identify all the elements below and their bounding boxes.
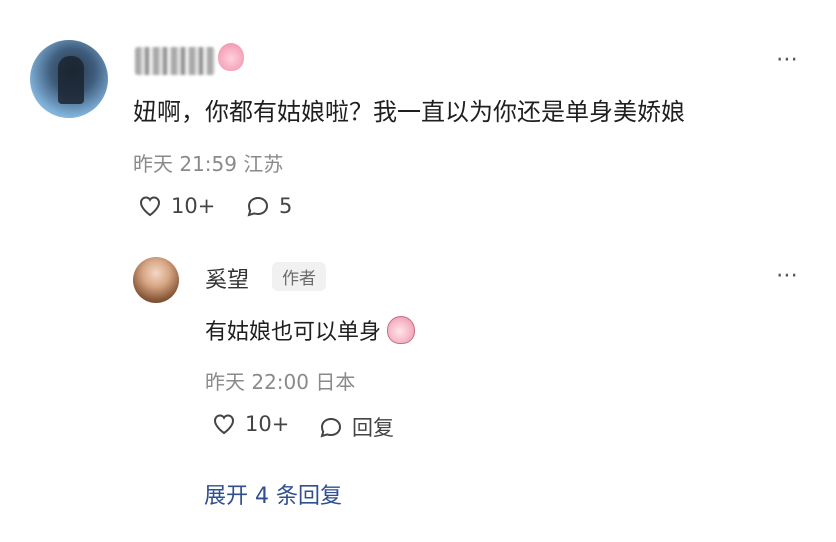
heart-outline-icon[interactable] bbox=[137, 194, 163, 218]
speech-bubble-outline-icon[interactable] bbox=[245, 194, 271, 218]
author-avatar[interactable] bbox=[133, 257, 179, 303]
speech-bubble-outline-icon[interactable] bbox=[318, 415, 344, 439]
comment-reply-count: 5 bbox=[279, 194, 293, 218]
reply-more-options-icon[interactable]: ⋯ bbox=[776, 263, 800, 288]
reply-time: 昨天 22:00 bbox=[205, 370, 309, 394]
reply-text-row: 有姑娘也可以单身 bbox=[205, 314, 416, 346]
reply-like-count: 10+ bbox=[245, 412, 290, 436]
more-options-icon[interactable]: ⋯ bbox=[776, 47, 800, 72]
emoji-icon bbox=[387, 316, 416, 344]
commenter-username-blurred[interactable] bbox=[135, 47, 215, 75]
reply-meta: 昨天 22:00 日本 bbox=[205, 366, 355, 395]
comment-text: 妞啊，你都有姑娘啦？我一直以为你还是单身美娇娘 bbox=[133, 98, 685, 126]
expand-replies-link[interactable]: 展开 4 条回复 bbox=[204, 478, 342, 510]
reply-to-reply-button[interactable]: 回复 bbox=[318, 412, 394, 442]
comment-like-count: 10+ bbox=[171, 194, 216, 218]
comment-reply-button[interactable]: 5 bbox=[245, 194, 292, 218]
comment-time: 昨天 21:59 bbox=[133, 152, 237, 176]
reply-label: 回复 bbox=[352, 416, 394, 440]
heart-outline-icon[interactable] bbox=[211, 412, 237, 436]
comment-like-button[interactable]: 10+ bbox=[137, 194, 215, 218]
author-badge: 作者 bbox=[272, 262, 326, 291]
comment-location: 江苏 bbox=[243, 152, 284, 176]
reply-like-button[interactable]: 10+ bbox=[211, 412, 289, 436]
commenter-avatar[interactable] bbox=[30, 40, 108, 118]
reply-location: 日本 bbox=[315, 370, 356, 394]
comment-meta: 昨天 21:59 江苏 bbox=[133, 148, 283, 177]
reply-text: 有姑娘也可以单身 bbox=[205, 320, 382, 345]
author-username[interactable]: 奚望 bbox=[205, 262, 249, 294]
user-badge-icon bbox=[218, 43, 244, 71]
